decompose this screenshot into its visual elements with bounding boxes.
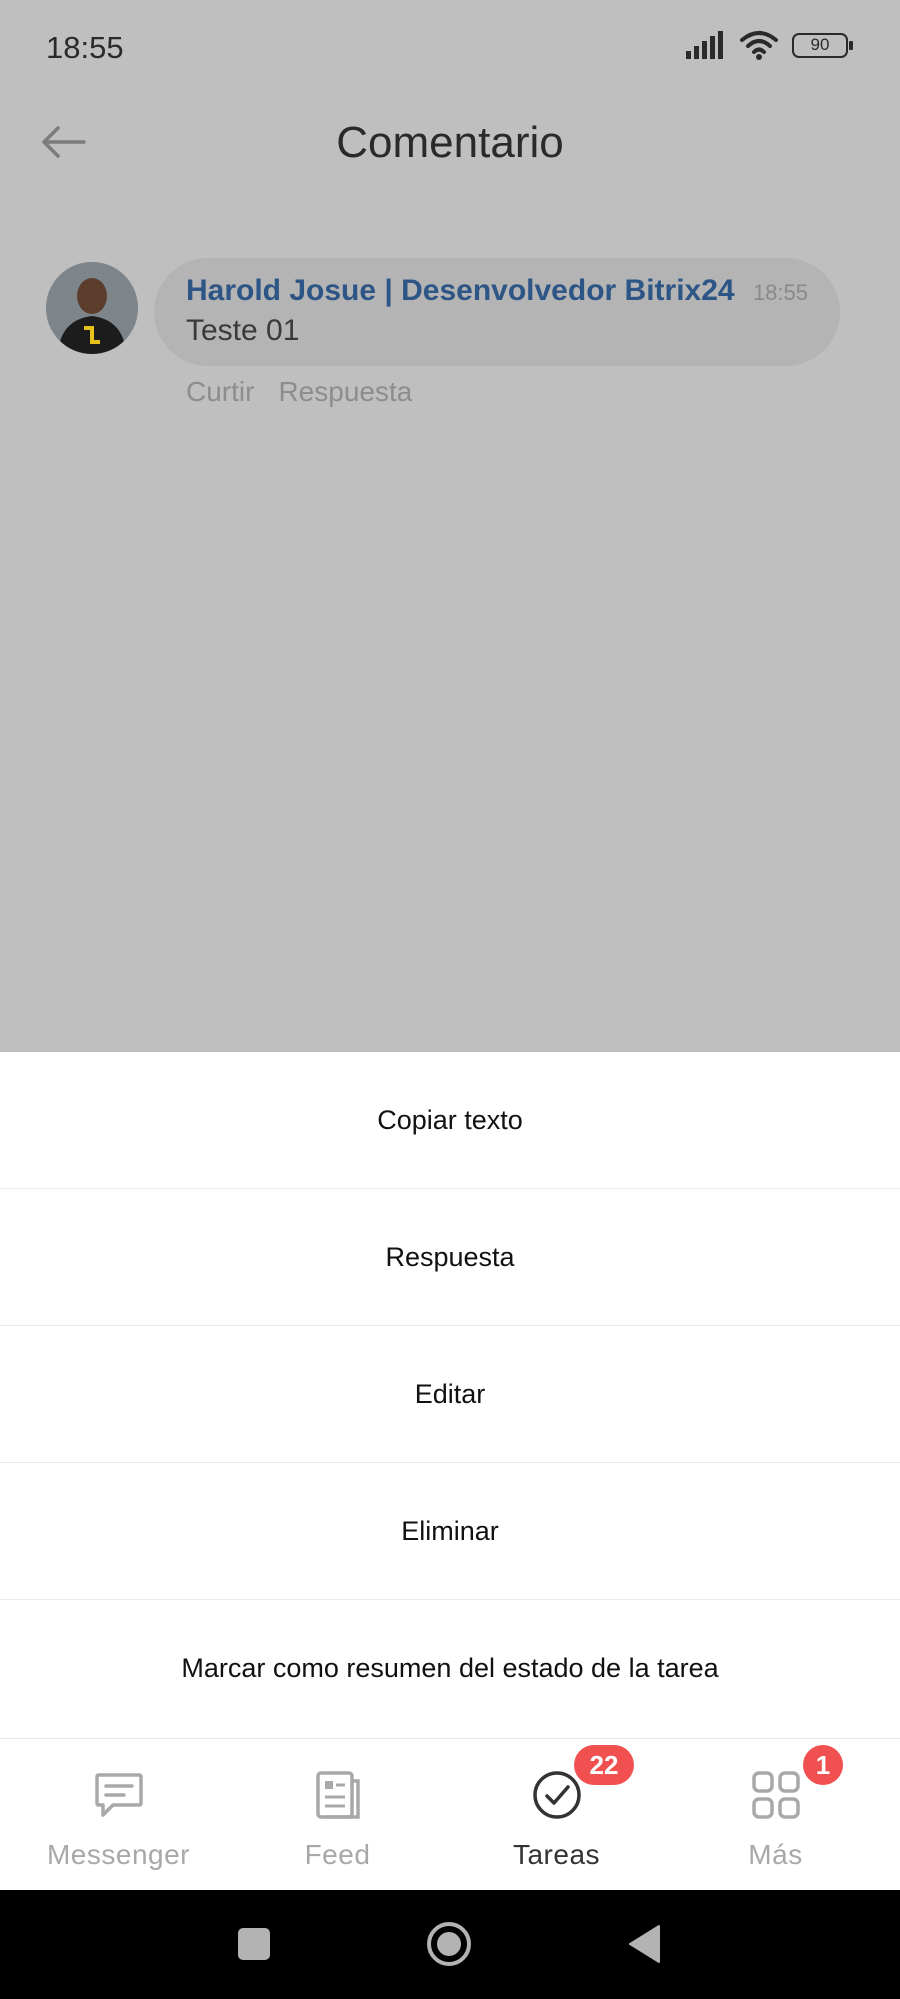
tab-feed-label: Feed [304,1839,371,1870]
like-button[interactable]: Curtir [186,376,254,408]
avatar[interactable] [46,262,138,354]
check-circle-icon [533,1771,581,1819]
tareas-badge: 22 [574,1745,634,1785]
status-bar: 18:55 90 [0,0,900,90]
comment-author[interactable]: Harold Josue | Desenvolvedor Bitrix24 [186,274,735,308]
feed-document-icon [316,1771,360,1819]
home-circle-icon[interactable] [425,1920,473,1968]
reply-button[interactable]: Respuesta [278,376,412,408]
signal-icon [686,31,723,59]
status-time: 18:55 [46,30,124,65]
comment-text: Teste 01 [186,314,300,347]
tab-feed[interactable]: Feed [225,1739,450,1891]
copy-text-option[interactable]: Copiar texto [0,1052,900,1189]
reply-option[interactable]: Respuesta [0,1189,900,1326]
comment-time: 18:55 [752,280,808,305]
comment-actions: Curtir Respuesta [186,376,412,408]
delete-option[interactable]: Eliminar [0,1463,900,1600]
tab-mas-label: Más [748,1839,803,1870]
back-triangle-icon[interactable] [626,1924,662,1964]
tab-mas[interactable]: 1 Más [663,1739,888,1891]
comment-bubble[interactable]: Harold Josue | Desenvolvedor Bitrix24 18… [154,258,840,366]
chat-bubble-icon [95,1773,143,1817]
edit-option[interactable]: Editar [0,1326,900,1463]
status-icons: 90 [686,30,853,60]
mark-as-status-summary-option[interactable]: Marcar como resumen del estado de la tar… [0,1600,900,1737]
bottom-tab-bar: Messenger Feed 22 Tareas 1 Más [0,1738,900,1890]
battery-icon: 90 [792,32,853,58]
tab-tareas-label: Tareas [512,1839,601,1870]
battery-level: 90 [810,35,830,54]
wifi-icon [740,31,778,60]
system-navigation-bar [0,1890,900,1999]
header: Comentario [0,100,900,190]
action-sheet: Copiar texto Respuesta Editar Eliminar M… [0,1052,900,1738]
tab-messenger[interactable]: Messenger [6,1739,231,1891]
recents-square-icon[interactable] [236,1926,272,1962]
tab-tareas[interactable]: 22 Tareas [444,1739,669,1891]
tab-messenger-label: Messenger [46,1839,190,1870]
page-title: Comentario [336,118,564,167]
grid-icon [752,1771,800,1819]
mas-badge: 1 [803,1745,843,1785]
